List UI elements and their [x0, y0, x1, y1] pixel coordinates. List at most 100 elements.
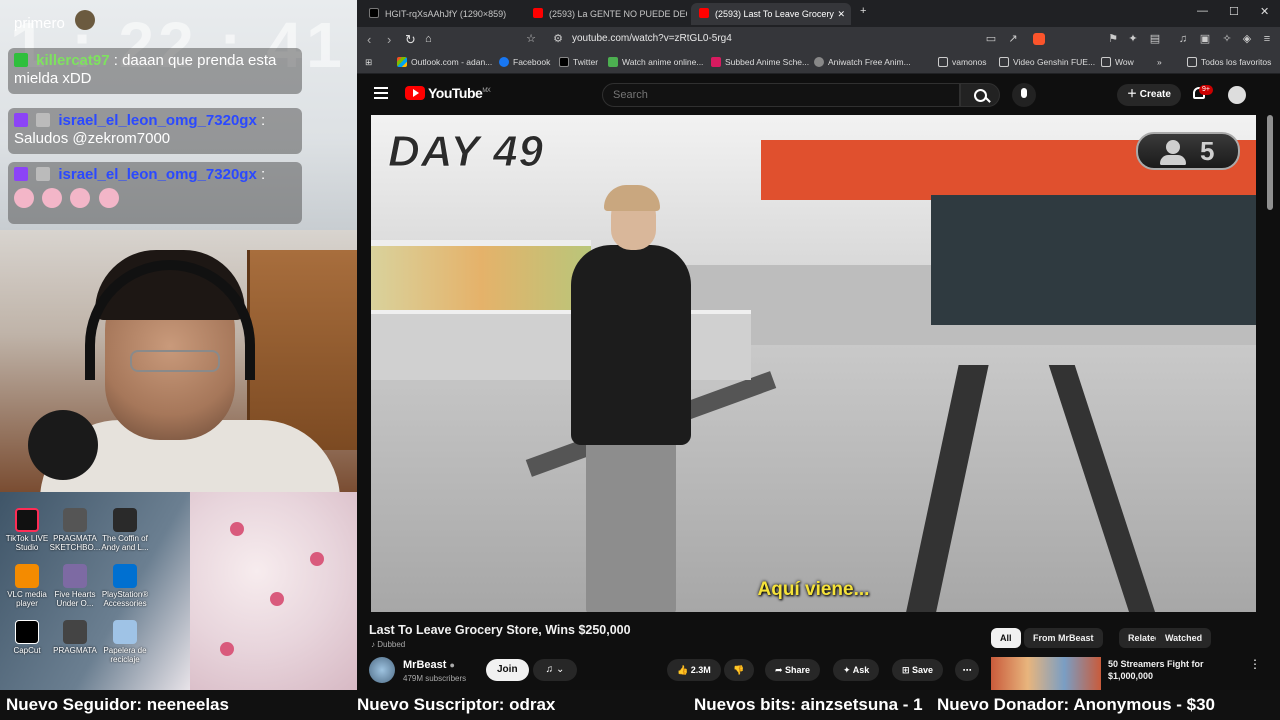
tab-la-gente[interactable]: (2593) La GENTE NO PUEDE DECIDIR [525, 3, 687, 25]
like-button[interactable]: 👍 2.3M [667, 659, 721, 681]
music-icon[interactable]: ♫ [1177, 33, 1189, 45]
chip-from-mrbeast[interactable]: From MrBeast [1024, 628, 1103, 648]
game-icon [63, 564, 87, 588]
share-page-icon[interactable]: ↗ [1007, 33, 1019, 45]
webcam-glasses [130, 350, 220, 372]
desktop-icon-pragmata-sketchbook[interactable]: PRAGMATA SKETCHBO... [48, 508, 102, 552]
reload-icon[interactable]: ↻ [405, 32, 416, 48]
wallet-icon[interactable]: ▣ [1199, 33, 1211, 45]
bookmark-watch-anime[interactable]: Watch anime online... [608, 57, 703, 67]
x-icon [369, 8, 379, 18]
chevron-down-icon: ⌄ [555, 664, 565, 675]
video-player[interactable]: DAY 49 5 Aquí viene... [371, 115, 1256, 612]
bookmark-icon[interactable]: ☆ [525, 33, 537, 45]
verified-icon: ● [449, 660, 455, 670]
create-button[interactable]: ＋ Create [1117, 84, 1181, 106]
bookmark-outlook[interactable]: Outlook.com - adan... [397, 57, 492, 67]
brave-shield-icon[interactable] [1033, 33, 1045, 45]
subscription-bell-button[interactable]: ♫ ⌄ [533, 659, 577, 681]
cast-icon[interactable]: ▭ [985, 33, 997, 45]
bookmark-folder-vamonos[interactable]: vamonos [938, 57, 987, 67]
sparkle-icon: ✦ [843, 665, 853, 675]
vlc-icon [15, 564, 39, 588]
chat-message: killercat97 : daaan que prenda esta miel… [8, 48, 302, 94]
chat-message: primero [8, 6, 302, 37]
save-button[interactable]: ⊞ Save [892, 659, 944, 681]
address-bar: ‹ › ↻ ⌂ ☆ ⚙ youtube.com/watch?v=zRtGL0-5… [357, 27, 1280, 53]
channel-avatar[interactable] [369, 657, 395, 683]
page-scrollbar[interactable] [1267, 115, 1273, 210]
recommended-title[interactable]: 50 Streamers Fight for $1,000,000 [1108, 658, 1228, 682]
chat-username[interactable]: israel_el_leon_omg_7320gx [58, 112, 256, 129]
share-button[interactable]: ➦ Share [765, 659, 821, 681]
close-window-icon[interactable]: ✕ [1260, 5, 1269, 18]
save-playlist-icon: ⊞ [902, 665, 913, 675]
desktop-icon-five-hearts[interactable]: Five Hearts Under O... [48, 564, 102, 608]
maximize-icon[interactable]: ☐ [1229, 5, 1239, 18]
kick-badge-icon [14, 53, 28, 67]
site-info-icon[interactable]: ⚙ [552, 33, 564, 45]
desktop-icon-pragmata[interactable]: PRAGMATA [48, 620, 102, 655]
forward-icon[interactable]: › [387, 32, 391, 47]
youtube-icon [699, 8, 709, 18]
desktop-icon-capcut[interactable]: CapCut [0, 620, 54, 655]
chip-watched[interactable]: Watched [1156, 628, 1212, 648]
chat-username[interactable]: killercat97 [36, 52, 109, 69]
bookmark-aniwatch[interactable]: Aniwatch Free Anim... [814, 57, 911, 67]
bookmarks-overflow-icon[interactable]: » [1157, 57, 1162, 67]
video-person [556, 185, 706, 612]
bookmark-folder-genshin[interactable]: Video Genshin FUE... [999, 57, 1095, 67]
chip-all[interactable]: All [991, 628, 1021, 648]
aniwatch-icon [814, 57, 824, 67]
anime-wallpaper [190, 492, 357, 690]
desktop-icon-playstation[interactable]: PlayStation® Accessories [98, 564, 152, 608]
bookmark-twitter[interactable]: Twitter [559, 57, 598, 67]
channel-name[interactable]: MrBeast ● [403, 659, 455, 671]
account-avatar[interactable] [1228, 86, 1246, 104]
more-actions-button[interactable]: ⋯ [955, 659, 979, 681]
tab-x-image[interactable]: HGIT-rqXsAAhJfY (1290×859) [361, 3, 521, 25]
voice-search-icon[interactable] [1012, 83, 1036, 107]
recycle-bin-icon [113, 620, 137, 644]
desktop-icon-vlc[interactable]: VLC media player [0, 564, 54, 608]
youtube-logo[interactable]: YouTubeMX [405, 85, 491, 101]
join-button[interactable]: Join [486, 659, 529, 681]
desktop-icon-tiktok[interactable]: TikTok LIVE Studio [0, 508, 54, 552]
bookmark-folder-wow[interactable]: Wow [1101, 57, 1134, 67]
home-icon[interactable]: ⌂ [425, 33, 432, 45]
bookmark-all-favorites[interactable]: Todos los favoritos [1187, 57, 1271, 67]
url-field[interactable]: youtube.com/watch?v=zRtGL0-5rg4 [572, 33, 732, 44]
apps-icon[interactable]: ⊞ [365, 57, 372, 68]
extension-icon[interactable]: ⚑ [1107, 33, 1119, 45]
chat-message: israel_el_leon_omg_7320gx : Saludos @zek… [8, 108, 302, 154]
bookmark-facebook[interactable]: Facebook [499, 57, 550, 67]
search-button[interactable] [960, 83, 1000, 107]
back-icon[interactable]: ‹ [367, 32, 371, 47]
chat-username[interactable]: israel_el_leon_omg_7320gx [58, 166, 256, 183]
tab-last-to-leave[interactable]: (2593) Last To Leave Grocery ✕ [691, 3, 851, 25]
sakura-icon [230, 522, 244, 536]
menu-icon[interactable]: ≡ [1261, 33, 1273, 45]
vpn-icon[interactable]: ◈ [1241, 33, 1253, 45]
tab-bar: HGIT-rqXsAAhJfY (1290×859) (2593) La GEN… [357, 0, 1280, 27]
recommended-thumbnail[interactable] [991, 657, 1101, 690]
sidebar-icon[interactable]: ▤ [1149, 33, 1161, 45]
twitch-badge-icon [14, 167, 28, 181]
recommended-more-icon[interactable]: ⋮ [1249, 657, 1261, 671]
desktop-icon-recycle-bin[interactable]: Papelera de reciclaje [98, 620, 152, 664]
desktop-icon-coffin-andy[interactable]: The Coffin of Andy and L... [98, 508, 152, 552]
more-dots-icon: ⋯ [962, 665, 972, 675]
desktop-top-area: 1 : 22 : 41 primero killercat97 : daaan … [0, 0, 357, 230]
new-tab-icon[interactable]: + [860, 5, 866, 17]
dislike-button[interactable]: 👎 [724, 659, 754, 681]
share-icon: ➦ [775, 665, 786, 675]
bookmark-subbed-anime[interactable]: Subbed Anime Sche... [711, 57, 809, 67]
ask-button[interactable]: ✦ Ask [833, 659, 880, 681]
close-tab-icon[interactable]: ✕ [837, 3, 845, 25]
notification-count-badge: 9+ [1199, 85, 1213, 95]
hamburger-menu-icon[interactable] [374, 87, 388, 99]
minimize-icon[interactable]: — [1197, 5, 1208, 17]
puzzle-icon[interactable]: ✦ [1127, 33, 1139, 45]
leo-icon[interactable]: ✧ [1221, 33, 1233, 45]
search-input[interactable] [602, 83, 960, 107]
